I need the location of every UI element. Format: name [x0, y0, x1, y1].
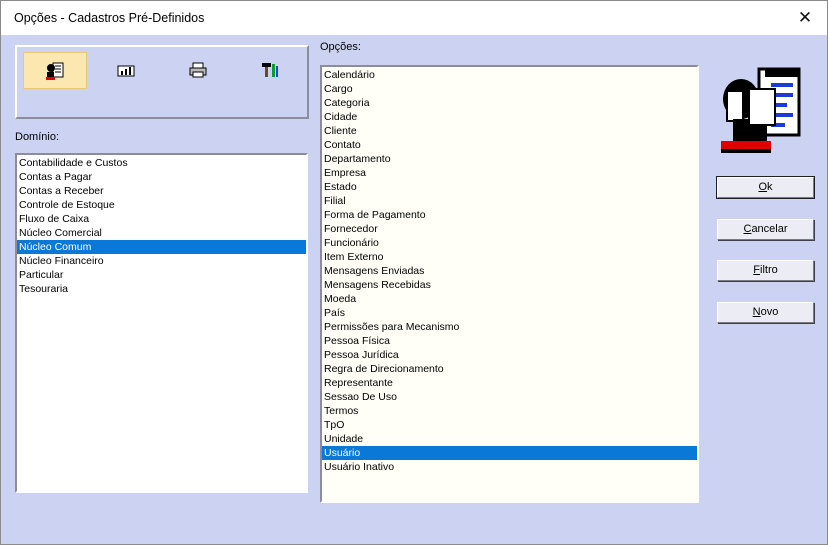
opcoes-list-item[interactable]: Filial	[322, 194, 697, 208]
close-icon: ✕	[797, 8, 813, 27]
opcoes-list-item[interactable]: Unidade	[322, 432, 697, 446]
opcoes-list-item[interactable]: Pessoa Jurídica	[322, 348, 697, 362]
tool-tools[interactable]	[239, 52, 301, 87]
tools-icon	[262, 62, 278, 77]
opcoes-list-item[interactable]: Sessao De Uso	[322, 390, 697, 404]
opcoes-list-item[interactable]: TpO	[322, 418, 697, 432]
dominio-list-item[interactable]: Contas a Receber	[17, 184, 306, 198]
opcoes-list-item[interactable]: Calendário	[322, 68, 697, 82]
opcoes-list-item[interactable]: Termos	[322, 404, 697, 418]
printer-icon	[189, 62, 207, 77]
dominio-list-item[interactable]: Núcleo Financeiro	[17, 254, 306, 268]
window-title: Opções - Cadastros Pré-Definidos	[14, 11, 205, 25]
category-toolbar	[15, 45, 309, 119]
dialog-window: Opções - Cadastros Pré-Definidos ✕ Domín…	[0, 0, 828, 545]
dominio-list-item[interactable]: Contas a Pagar	[17, 170, 306, 184]
opcoes-list-item[interactable]: Mensagens Enviadas	[322, 264, 697, 278]
opcoes-list-item[interactable]: Cliente	[322, 124, 697, 138]
chart-icon	[117, 65, 135, 76]
opcoes-list-item[interactable]: Contato	[322, 138, 697, 152]
opcoes-list-item[interactable]: Funcionário	[322, 236, 697, 250]
opcoes-list-item[interactable]: Categoria	[322, 96, 697, 110]
filtro-button[interactable]: Filtro	[717, 260, 814, 281]
dominio-label: Domínio:	[15, 131, 60, 143]
opcoes-list[interactable]: Calendário Cargo Categoria Cidade Cliente Con…	[320, 65, 699, 503]
user-document-icon	[46, 62, 64, 80]
opcoes-list-item[interactable]: Pessoa Física	[322, 334, 697, 348]
cancelar-button[interactable]: Cancelar	[717, 219, 814, 240]
opcoes-list-item[interactable]: Moeda	[322, 292, 697, 306]
opcoes-list-item[interactable]: Forma de Pagamento	[322, 208, 697, 222]
title-bar: Opções - Cadastros Pré-Definidos ✕	[1, 1, 827, 35]
tool-printer[interactable]	[167, 52, 229, 87]
opcoes-list-item[interactable]: Cidade	[322, 110, 697, 124]
opcoes-list-item[interactable]: País	[322, 306, 697, 320]
tool-user-document[interactable]	[23, 52, 87, 89]
opcoes-list-item[interactable]: Mensagens Recebidas	[322, 278, 697, 292]
tool-chart[interactable]	[95, 52, 157, 87]
close-button[interactable]: ✕	[783, 1, 827, 35]
opcoes-list-item[interactable]: Permissões para Mecanismo	[322, 320, 697, 334]
opcoes-list-item[interactable]: Cargo	[322, 82, 697, 96]
dominio-list-item[interactable]: Tesouraria	[17, 282, 306, 296]
opcoes-list-item[interactable]: Usuário Inativo	[322, 460, 697, 474]
novo-button[interactable]: Novo	[717, 302, 814, 323]
opcoes-list-item[interactable]: Departamento	[322, 152, 697, 166]
opcoes-list-item[interactable]: Representante	[322, 376, 697, 390]
dialog-body: Domínio: Contabilidade e Custos Contas a …	[5, 35, 823, 540]
dominio-list[interactable]: Contabilidade e Custos Contas a Pagar Cont…	[15, 153, 308, 493]
dominio-list-item[interactable]: Controle de Estoque	[17, 198, 306, 212]
dominio-list-item[interactable]: Particular	[17, 268, 306, 282]
dominio-list-item[interactable]: Núcleo Comum	[17, 240, 306, 254]
opcoes-label: Opções:	[320, 41, 361, 53]
dominio-list-item[interactable]: Fluxo de Caixa	[17, 212, 306, 226]
opcoes-list-item[interactable]: Usuário	[322, 446, 697, 460]
opcoes-list-item[interactable]: Fornecedor	[322, 222, 697, 236]
user-document-illustration	[721, 67, 801, 153]
opcoes-list-item[interactable]: Estado	[322, 180, 697, 194]
ok-button[interactable]: Ok	[716, 176, 815, 199]
dominio-list-item[interactable]: Núcleo Comercial	[17, 226, 306, 240]
opcoes-list-item[interactable]: Empresa	[322, 166, 697, 180]
dominio-list-item[interactable]: Contabilidade e Custos	[17, 156, 306, 170]
opcoes-list-item[interactable]: Regra de Direcionamento	[322, 362, 697, 376]
opcoes-list-item[interactable]: Item Externo	[322, 250, 697, 264]
